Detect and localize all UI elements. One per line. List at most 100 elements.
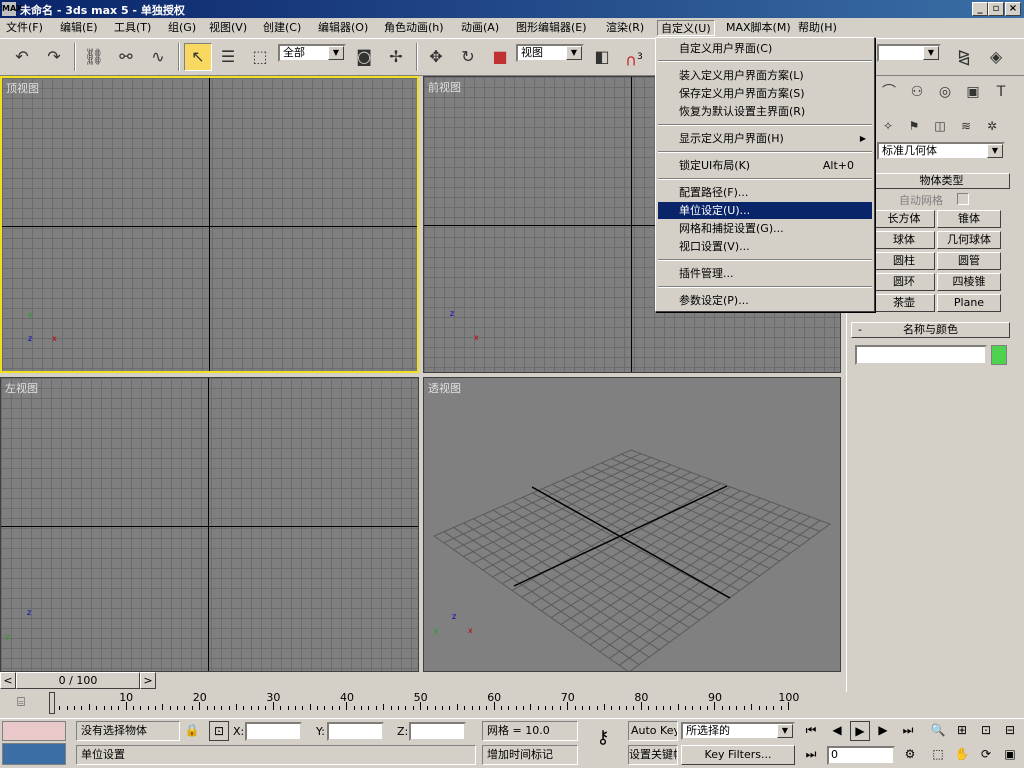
add-time-tag[interactable]: 增加时间标记	[482, 745, 578, 765]
menu-customize[interactable]: 自定义(U)	[657, 20, 715, 36]
move-icon[interactable]: ✥	[422, 43, 450, 71]
snap-toggle-icon[interactable]: ∩3	[620, 43, 648, 71]
undo-icon[interactable]: ↶	[8, 43, 36, 71]
menu-plugin-manager[interactable]: 插件管理...	[658, 265, 872, 282]
menu-show-ui[interactable]: 显示定义用户界面(H) ▶	[658, 130, 872, 147]
time-config-icon[interactable]: ⚙	[900, 745, 920, 765]
arc-rotate-icon[interactable]: ⟳	[976, 745, 996, 765]
spacewarps-icon[interactable]: ≋	[955, 112, 977, 134]
go-to-start-icon[interactable]: ⏮	[801, 721, 821, 741]
selection-filter-dropdown[interactable]: 全部 ▼	[278, 44, 346, 62]
redo-icon[interactable]: ↷	[40, 43, 68, 71]
align-icon[interactable]: ◈	[982, 43, 1010, 71]
window-crossing-icon[interactable]: ◙	[350, 43, 378, 71]
menu-character[interactable]: 角色动画(h)	[381, 20, 447, 36]
menu-edit[interactable]: 编辑(E)	[57, 20, 101, 36]
time-next-button[interactable]: >	[140, 672, 156, 689]
set-key-button[interactable]: 设置关键帧	[628, 745, 678, 765]
unlink-icon[interactable]: ⚯	[112, 43, 140, 71]
menu-customize-ui[interactable]: 自定义用户界面(C)	[658, 40, 872, 57]
rotate-icon[interactable]: ↻	[454, 43, 482, 71]
current-frame-field[interactable]: 0	[827, 746, 895, 765]
menu-modifiers[interactable]: 编辑器(O)	[315, 20, 371, 36]
menu-units-setup[interactable]: 单位设定(U)...	[658, 202, 872, 219]
menu-preferences[interactable]: 参数设定(P)...	[658, 292, 872, 309]
key-mode-icon[interactable]: ⏭	[801, 745, 821, 765]
select-and-link-icon[interactable]: ⛓	[80, 43, 108, 71]
menu-lock-ui-layout[interactable]: 锁定UI布局(K) Alt+0	[658, 157, 872, 174]
menu-save-ui-scheme[interactable]: 保存定义用户界面方案(S)	[658, 85, 872, 102]
zoom-all-icon[interactable]: ⊞	[952, 721, 972, 741]
maximize-viewport-icon[interactable]: ▣	[1000, 745, 1020, 765]
menu-graph-editors[interactable]: 图形编辑器(E)	[513, 20, 590, 36]
go-to-end-icon[interactable]: ⏭	[898, 721, 918, 741]
play-icon[interactable]: ▶	[850, 721, 870, 741]
object-name-field[interactable]	[855, 345, 987, 365]
cameras-icon[interactable]: ⚑	[903, 112, 925, 134]
menu-file[interactable]: 文件(F)	[3, 20, 46, 36]
time-slider-thumb[interactable]: 0 / 100	[16, 672, 140, 689]
current-frame-marker[interactable]	[49, 692, 55, 714]
torus-button[interactable]: 圆环	[873, 273, 935, 291]
zoom-icon[interactable]: 🔍	[928, 721, 948, 741]
autogrid-checkbox[interactable]	[957, 193, 969, 205]
time-prev-button[interactable]: <	[0, 672, 16, 689]
select-object-icon[interactable]: ↖	[184, 43, 212, 71]
menu-create[interactable]: 创建(C)	[260, 20, 304, 36]
scale-icon[interactable]: ■	[486, 43, 514, 71]
close-button[interactable]: ×	[1005, 2, 1021, 16]
menu-maxscript[interactable]: MAX脚本(M)	[723, 20, 794, 36]
pivot-point-icon[interactable]: ◧	[588, 43, 616, 71]
track-bar[interactable]: ⌸ 0102030405060708090100	[0, 690, 846, 718]
menu-configure-paths[interactable]: 配置路径(F)...	[658, 184, 872, 201]
rectangular-selection-icon[interactable]: ⬚	[246, 43, 274, 71]
select-by-name-icon[interactable]: ☰	[214, 43, 242, 71]
teapot-button[interactable]: 茶壶	[873, 294, 935, 312]
menu-animation[interactable]: 动画(A)	[458, 20, 502, 36]
maxscript-listener-mini[interactable]	[2, 721, 66, 741]
key-filters-button[interactable]: Key Filters...	[681, 745, 795, 765]
cylinder-button[interactable]: 圆柱	[873, 252, 935, 270]
zoom-extents-icon[interactable]: ⊡	[976, 721, 996, 741]
pyramid-button[interactable]: 四棱锥	[937, 273, 1001, 291]
select-manipulate-icon[interactable]: ✢	[382, 43, 410, 71]
menu-views[interactable]: 视图(V)	[206, 20, 250, 36]
region-zoom-icon[interactable]: ⬚	[928, 745, 948, 765]
x-coordinate-field[interactable]	[245, 722, 302, 741]
object-category-dropdown[interactable]: 标准几何体 ▼	[877, 142, 1005, 160]
viewport-perspective[interactable]: 透视图 z y x	[423, 377, 841, 672]
sphere-button[interactable]: 球体	[873, 231, 935, 249]
absolute-mode-icon[interactable]: ⊡	[209, 721, 229, 741]
zoom-extents-all-icon[interactable]: ⊟	[1000, 721, 1020, 741]
menu-help[interactable]: 帮助(H)	[795, 20, 840, 36]
box-button[interactable]: 长方体	[873, 210, 935, 228]
lock-selection-icon[interactable]: 🔒	[182, 721, 202, 741]
modify-tab-icon[interactable]: ⌒	[877, 78, 901, 102]
maxscript-output-mini[interactable]	[2, 743, 66, 765]
plane-button[interactable]: Plane	[937, 294, 1001, 312]
y-coordinate-field[interactable]	[327, 722, 384, 741]
time-slider[interactable]: < 0 / 100 >	[0, 672, 846, 690]
previous-frame-icon[interactable]: ◀	[827, 721, 847, 741]
menu-group[interactable]: 组(G)	[165, 20, 199, 36]
pan-icon[interactable]: ✋	[952, 745, 972, 765]
reference-coord-dropdown[interactable]: 视图 ▼	[516, 44, 584, 62]
cone-button[interactable]: 锥体	[937, 210, 1001, 228]
bind-spacewarp-icon[interactable]: ∿	[144, 43, 172, 71]
systems-icon[interactable]: ✲	[981, 112, 1003, 134]
mirror-icon[interactable]: ⧎	[950, 43, 978, 71]
geosphere-button[interactable]: 几何球体	[937, 231, 1001, 249]
name-color-rollout-header[interactable]: - 名称与颜色	[851, 322, 1010, 338]
menu-revert-startup-ui[interactable]: 恢复为默认设置主界面(R)	[658, 103, 872, 120]
menu-rendering[interactable]: 渲染(R)	[603, 20, 647, 36]
menu-viewport-configuration[interactable]: 视口设置(V)...	[658, 238, 872, 255]
tube-button[interactable]: 圆管	[937, 252, 1001, 270]
utilities-tab-icon[interactable]: T	[989, 78, 1013, 102]
key-filter-dropdown[interactable]: 所选择的 ▼	[681, 722, 795, 740]
lights-icon[interactable]: ✧	[877, 112, 899, 134]
z-coordinate-field[interactable]	[409, 722, 466, 741]
restore-button[interactable]: ▫	[988, 2, 1004, 16]
viewport-left[interactable]: 左视图 z y	[0, 377, 419, 672]
motion-tab-icon[interactable]: ◎	[933, 78, 957, 102]
menu-load-ui-scheme[interactable]: 装入定义用户界面方案(L)	[658, 67, 872, 84]
